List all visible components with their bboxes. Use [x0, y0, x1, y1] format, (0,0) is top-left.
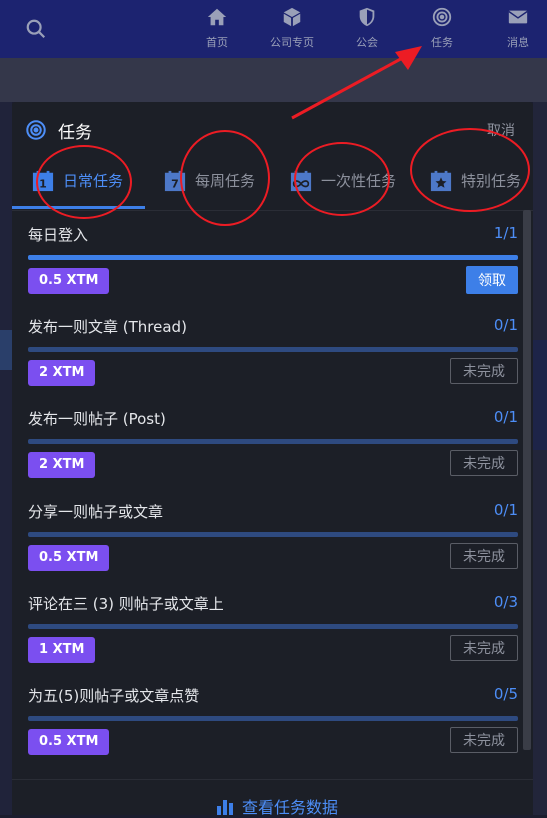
task-count: 0/3 — [493, 593, 518, 611]
task-progress-bar — [28, 439, 518, 444]
background-page — [0, 58, 547, 102]
tab-one-time[interactable]: 一次性任务 — [290, 170, 396, 210]
nav-item-guild[interactable]: 公会 — [330, 6, 404, 50]
nav-item-tasks[interactable]: 任务 — [405, 6, 479, 50]
task-progress-bar — [28, 624, 518, 629]
modal-title: 任务 — [58, 123, 92, 143]
star-calendar-icon — [430, 170, 452, 192]
calendar-day-icon: 1 — [32, 170, 54, 192]
reward-badge: 2 XTM — [28, 360, 96, 386]
mail-icon — [508, 10, 528, 24]
view-task-data-link[interactable]: 查看任务数据 — [216, 794, 338, 818]
scrollbar[interactable] — [523, 210, 531, 750]
top-navigation: 首页 公司专页 公会 任务 消息 — [0, 0, 547, 58]
tab-label: 每周任务 — [195, 172, 256, 190]
nav-label: 公会 — [356, 36, 378, 49]
task-title: 发布一则帖子 (Post) — [28, 410, 166, 428]
incomplete-button[interactable]: 未完成 — [450, 358, 518, 384]
task-item: 为五(5)则帖子或文章点赞 0/5 0.5 XTM 未完成 — [28, 671, 518, 763]
task-tabs: 1 日常任务 7 每周任务 一次性任务 特别任务 — [12, 156, 533, 211]
incomplete-button[interactable]: 未完成 — [450, 635, 518, 661]
task-count: 1/1 — [493, 224, 518, 242]
task-progress-bar — [28, 532, 518, 537]
task-item: 发布一则帖子 (Post) 0/1 2 XTM 未完成 — [28, 394, 518, 486]
nav-item-company[interactable]: 公司专页 — [255, 6, 329, 50]
incomplete-button[interactable]: 未完成 — [450, 450, 518, 476]
tab-label: 日常任务 — [63, 172, 124, 190]
infinity-calendar-icon — [290, 170, 312, 192]
tab-label: 特别任务 — [461, 172, 522, 190]
footer-link-label: 查看任务数据 — [242, 798, 339, 817]
search-button[interactable] — [14, 8, 58, 50]
task-title: 评论在三 (3) 则帖子或文章上 — [28, 595, 224, 613]
modal-header: 任务 取消 — [12, 102, 533, 156]
task-title: 分享一则帖子或文章 — [28, 503, 164, 521]
incomplete-button[interactable]: 未完成 — [450, 727, 518, 753]
calendar-week-icon: 7 — [164, 170, 186, 192]
reward-badge: 0.5 XTM — [28, 729, 110, 755]
task-count: 0/1 — [493, 408, 518, 426]
nav-label: 公司专页 — [270, 36, 314, 49]
reward-badge: 0.5 XTM — [28, 268, 110, 294]
tab-special[interactable]: 特别任务 — [430, 170, 521, 210]
target-icon — [432, 7, 452, 27]
incomplete-button[interactable]: 未完成 — [450, 543, 518, 569]
task-item: 发布一则文章 (Thread) 0/1 2 XTM 未完成 — [28, 302, 518, 394]
task-count: 0/1 — [493, 501, 518, 519]
reward-badge: 2 XTM — [28, 452, 96, 478]
reward-badge: 1 XTM — [28, 637, 96, 663]
home-icon — [207, 8, 227, 26]
nav-label: 任务 — [431, 36, 453, 49]
background-page-right — [533, 102, 547, 815]
task-item: 分享一则帖子或文章 0/1 0.5 XTM 未完成 — [28, 487, 518, 579]
task-progress-bar — [28, 716, 518, 721]
svg-text:7: 7 — [171, 177, 179, 190]
task-progress-fill — [28, 255, 518, 260]
background-page-left — [0, 102, 12, 815]
tab-weekly[interactable]: 7 每周任务 — [164, 170, 255, 210]
search-icon — [26, 19, 46, 39]
task-title: 发布一则文章 (Thread) — [28, 318, 187, 336]
cube-icon — [283, 7, 301, 27]
target-icon — [26, 120, 46, 140]
task-title: 为五(5)则帖子或文章点赞 — [28, 687, 200, 705]
nav-label: 首页 — [206, 36, 228, 49]
background-page-left-accent — [0, 330, 12, 370]
task-item: 评论在三 (3) 则帖子或文章上 0/3 1 XTM 未完成 — [28, 579, 518, 671]
tasks-modal: 任务 取消 1 日常任务 7 每周任务 一次性任务 特别任务 每日登入 1/1 … — [12, 102, 533, 818]
svg-text:1: 1 — [39, 177, 47, 190]
bar-chart-icon — [217, 800, 233, 815]
nav-item-home[interactable]: 首页 — [180, 6, 254, 50]
task-progress-bar — [28, 347, 518, 352]
modal-footer: 查看任务数据 — [12, 779, 533, 818]
cancel-button[interactable]: 取消 — [487, 120, 515, 140]
active-tab-indicator — [12, 206, 145, 209]
task-count: 0/1 — [493, 316, 518, 334]
tab-label: 一次性任务 — [321, 172, 397, 190]
task-progress-bar — [28, 255, 518, 260]
background-page-right-accent — [533, 340, 547, 450]
claim-button[interactable]: 领取 — [466, 266, 518, 294]
task-item: 每日登入 1/1 0.5 XTM 领取 — [28, 210, 518, 302]
shield-icon — [359, 7, 375, 27]
nav-label: 消息 — [507, 36, 529, 49]
reward-badge: 0.5 XTM — [28, 545, 110, 571]
tab-daily[interactable]: 1 日常任务 — [32, 170, 123, 210]
task-title: 每日登入 — [28, 226, 89, 244]
nav-item-messages[interactable]: 消息 — [481, 6, 547, 50]
task-count: 0/5 — [493, 685, 518, 703]
